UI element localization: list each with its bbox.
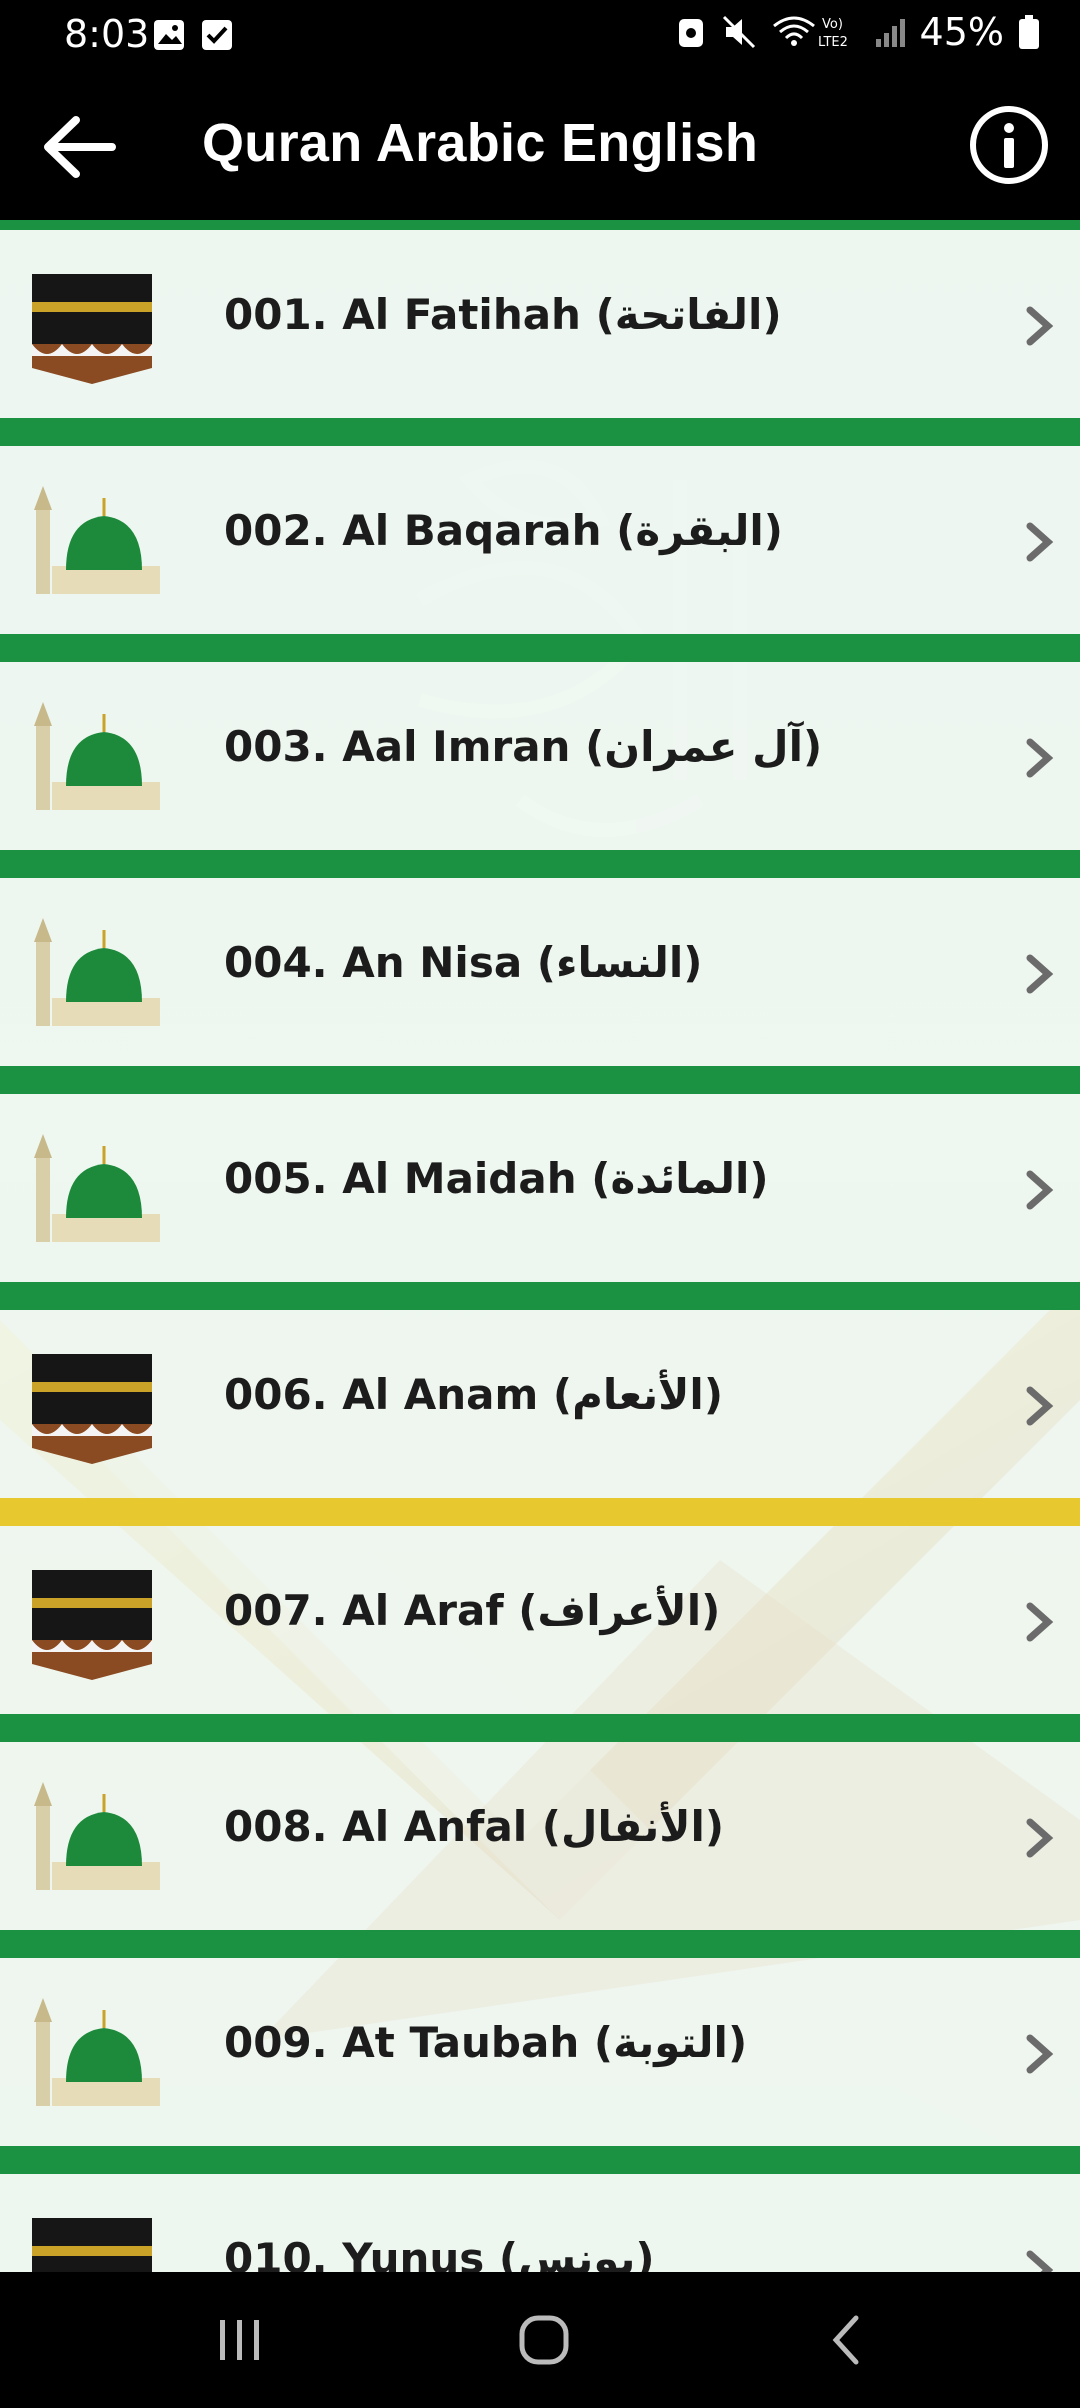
checkbox-icon: [202, 20, 232, 50]
list-item-surah-005[interactable]: 005. Al Maidah (المائدة): [0, 1094, 1080, 1282]
status-time: 8:03: [64, 12, 150, 56]
svg-text:LTE2: LTE2: [818, 35, 848, 50]
chevron-right-icon: [1026, 522, 1054, 562]
chevron-right-icon: [1026, 306, 1054, 346]
chevron-right-icon: [1026, 2250, 1054, 2272]
list-item-surah-004[interactable]: 004. An Nisa (النساء): [0, 878, 1080, 1066]
surah-label: 002. Al Baqarah (البقرة): [224, 506, 783, 555]
mosque-dome-icon: [34, 918, 160, 1026]
surah-label: 009. At Taubah (التوبة): [224, 2018, 748, 2067]
recent-apps-icon[interactable]: [216, 2312, 264, 2368]
chevron-right-icon: [1026, 1386, 1054, 1426]
list-divider: [0, 2146, 1080, 2174]
mute-icon: [722, 15, 755, 49]
surah-label: 008. Al Anfal (الأنفال): [224, 1802, 725, 1851]
chevron-right-icon: [1026, 1170, 1054, 1210]
kaaba-icon: [32, 1570, 152, 1680]
kaaba-icon: [32, 274, 152, 384]
status-bar: 8:03 Vo) LTE2 45%: [0, 0, 1080, 72]
surah-label: 004. An Nisa (النساء): [224, 938, 703, 987]
list-divider: [0, 1498, 1080, 1526]
list-divider: [0, 1930, 1080, 1958]
info-icon[interactable]: [968, 104, 1050, 186]
kaaba-icon: [32, 2218, 152, 2272]
chevron-right-icon: [1026, 738, 1054, 778]
page-title: Quran Arabic English: [202, 113, 759, 173]
list-divider: [0, 850, 1080, 878]
list-divider: [0, 1066, 1080, 1094]
list-item-surah-010[interactable]: 010. Yunus (يونس): [0, 2174, 1080, 2272]
chevron-right-icon: [1026, 1818, 1054, 1858]
back-chevron-icon[interactable]: [826, 2312, 866, 2368]
list-item-surah-002[interactable]: 002. Al Baqarah (البقرة): [0, 446, 1080, 634]
chevron-right-icon: [1026, 954, 1054, 994]
app-bar: Quran Arabic English: [0, 72, 1080, 220]
surah-label: 003. Aal Imran (آل عمران): [224, 722, 823, 771]
list-divider: [0, 418, 1080, 446]
signal-icon: [875, 19, 905, 47]
list-item-surah-007[interactable]: 007. Al Araf (الأعراف): [0, 1526, 1080, 1714]
list-item-surah-009[interactable]: 009. At Taubah (التوبة): [0, 1958, 1080, 2146]
mosque-dome-icon: [34, 1998, 160, 2106]
gallery-icon: [154, 20, 184, 50]
list-item-surah-008[interactable]: 008. Al Anfal (الأنفال): [0, 1742, 1080, 1930]
chevron-right-icon: [1026, 1602, 1054, 1642]
list-divider: [0, 1282, 1080, 1310]
mosque-dome-icon: [34, 1134, 160, 1242]
list-item-surah-003[interactable]: 003. Aal Imran (آل عمران): [0, 662, 1080, 850]
status-right: Vo) LTE2 45%: [676, 10, 1040, 54]
mosque-dome-icon: [34, 486, 160, 594]
list-item-surah-001[interactable]: 001. Al Fatihah (الفاتحة): [0, 230, 1080, 418]
system-nav-bar: [0, 2272, 1080, 2408]
list-divider: [0, 634, 1080, 662]
surah-list-area[interactable]: 001. Al Fatihah (الفاتحة) 002. Al Baqara…: [0, 220, 1080, 2272]
battery-percent: 45%: [919, 10, 1004, 54]
surah-label: 006. Al Anam (الأنعام): [224, 1370, 724, 1419]
mosque-dome-icon: [34, 1782, 160, 1890]
battery-icon: [1019, 15, 1039, 49]
kaaba-icon: [32, 1354, 152, 1464]
list-item-surah-006[interactable]: 006. Al Anam (الأنعام): [0, 1310, 1080, 1498]
list-divider: [0, 220, 1080, 230]
chevron-right-icon: [1026, 2034, 1054, 2074]
home-icon[interactable]: [516, 2312, 572, 2368]
surah-label: 001. Al Fatihah (الفاتحة): [224, 290, 782, 339]
arrow-left-icon[interactable]: [40, 112, 120, 182]
svg-text:Vo): Vo): [822, 17, 843, 32]
wifi-volte-icon: Vo) LTE2: [772, 16, 848, 50]
alarm-lock-icon: [678, 19, 703, 47]
surah-label: 005. Al Maidah (المائدة): [224, 1154, 769, 1203]
list-divider: [0, 1714, 1080, 1742]
surah-label: 010. Yunus (يونس): [224, 2234, 655, 2272]
mosque-dome-icon: [34, 702, 160, 810]
surah-label: 007. Al Araf (الأعراف): [224, 1586, 721, 1635]
